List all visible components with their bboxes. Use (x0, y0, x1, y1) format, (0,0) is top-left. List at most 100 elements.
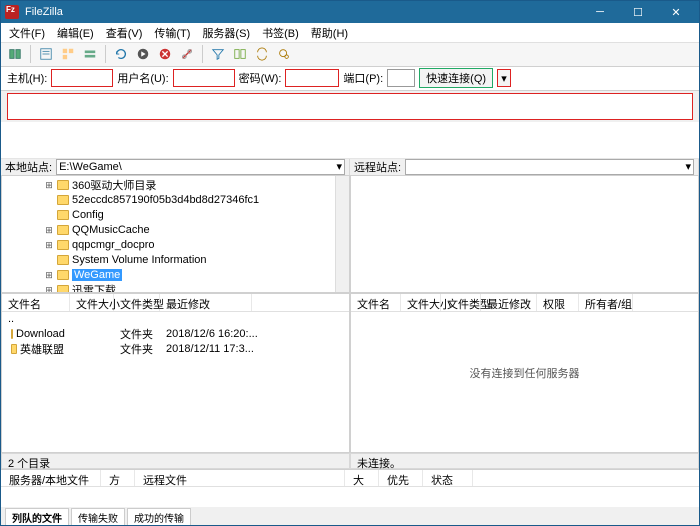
remote-status: 未连接。 (350, 453, 699, 469)
col-permissions[interactable]: 权限 (537, 294, 579, 311)
window-title: FileZilla (25, 6, 581, 18)
menu-server[interactable]: 服务器(S) (198, 23, 254, 43)
remote-columns: 文件名 文件大小 文件类型 最近修改 权限 所有者/组 (351, 294, 698, 312)
menu-view[interactable]: 查看(V) (102, 23, 147, 43)
quickconnect-button[interactable]: 快速连接(Q) (419, 68, 493, 88)
compare-button[interactable] (230, 44, 250, 64)
tab-successful[interactable]: 成功的传输 (127, 508, 191, 525)
local-file-list[interactable]: ..Download文件夹2018/12/6 16:20:...英雄联盟文件夹2… (2, 312, 349, 452)
folder-icon (11, 344, 17, 354)
log-spacer (1, 122, 699, 158)
tree-node[interactable]: ⊞360驱动大师目录 (4, 178, 347, 193)
tree-node[interactable]: ⊞qqpcmgr_docpro (4, 238, 347, 253)
local-file-pane[interactable]: 文件名 文件大小 文件类型 最近修改 ..Download文件夹2018/12/… (1, 293, 350, 453)
tree-node[interactable]: ·System Volume Information (4, 253, 347, 268)
remote-path-combo[interactable]: ▾ (405, 159, 694, 175)
not-connected-message: 没有连接到任何服务器 (470, 365, 580, 381)
col-filename[interactable]: 文件名 (2, 294, 70, 311)
folder-icon (57, 180, 69, 190)
local-tree-pane[interactable]: ⊞360驱动大师目录·52eccdc857190f05b3d4bd8d27346… (1, 175, 350, 293)
message-log[interactable] (7, 93, 693, 120)
qcol-direction[interactable]: 方向 (101, 470, 135, 486)
menu-transfer[interactable]: 传输(T) (150, 23, 194, 43)
titlebar[interactable]: FileZilla ─ ☐ ✕ (1, 1, 699, 23)
port-input[interactable] (387, 69, 415, 87)
minimize-button[interactable]: ─ (581, 1, 619, 23)
username-input[interactable] (173, 69, 235, 87)
menu-file[interactable]: 文件(F) (5, 23, 49, 43)
tree-node[interactable]: ·52eccdc857190f05b3d4bd8d27346fc1 (4, 193, 347, 208)
user-label: 用户名(U): (117, 70, 168, 86)
refresh-button[interactable] (111, 44, 131, 64)
maximize-button[interactable]: ☐ (619, 1, 657, 23)
chevron-down-icon: ▾ (336, 160, 342, 173)
pass-label: 密码(W): (239, 70, 282, 86)
folder-icon (57, 285, 69, 293)
menu-help[interactable]: 帮助(H) (307, 23, 352, 43)
search-button[interactable] (274, 44, 294, 64)
qcol-server[interactable]: 服务器/本地文件 (1, 470, 101, 486)
tab-failed[interactable]: 传输失败 (71, 508, 125, 525)
password-input[interactable] (285, 69, 339, 87)
filter-button[interactable] (208, 44, 228, 64)
file-row[interactable]: 英雄联盟文件夹2018/12/11 17:3... (2, 342, 349, 357)
quickconnect-history-button[interactable]: ▾ (497, 69, 511, 87)
toggle-queue-button[interactable] (80, 44, 100, 64)
disconnect-button[interactable] (177, 44, 197, 64)
host-input[interactable] (51, 69, 113, 87)
folder-icon (11, 329, 13, 339)
remote-tree-pane[interactable] (350, 175, 699, 293)
local-path-combo[interactable]: E:\WeGame\▾ (56, 159, 345, 175)
col-modified[interactable]: 最近修改 (160, 294, 252, 311)
close-button[interactable]: ✕ (657, 1, 695, 23)
scrollbar[interactable] (335, 176, 349, 292)
folder-icon (57, 270, 69, 280)
file-row[interactable]: .. (2, 312, 349, 327)
tab-queued[interactable]: 列队的文件 (5, 508, 69, 525)
process-queue-button[interactable] (133, 44, 153, 64)
folder-icon (57, 195, 69, 205)
chevron-down-icon: ▾ (685, 160, 691, 173)
tree-row: ⊞360驱动大师目录·52eccdc857190f05b3d4bd8d27346… (1, 175, 699, 293)
file-row[interactable]: Download文件夹2018/12/6 16:20:... (2, 327, 349, 342)
remote-file-list[interactable]: 没有连接到任何服务器 (351, 312, 698, 452)
toolbar-separator (202, 45, 203, 63)
col-filesize[interactable]: 文件大小 (401, 294, 441, 311)
local-status: 2 个目录 (1, 453, 350, 469)
queue-columns: 服务器/本地文件 方向 远程文件 大小 优先级 状态 (1, 469, 699, 487)
col-filename[interactable]: 文件名 (351, 294, 401, 311)
remote-site-bar: 远程站点: ▾ (350, 159, 699, 175)
tree-node[interactable]: ⊞WeGame (4, 268, 347, 283)
qcol-remote[interactable]: 远程文件 (135, 470, 345, 486)
app-window: FileZilla ─ ☐ ✕ 文件(F) 编辑(E) 查看(V) 传输(T) … (0, 0, 700, 526)
menubar: 文件(F) 编辑(E) 查看(V) 传输(T) 服务器(S) 书签(B) 帮助(… (1, 23, 699, 43)
cancel-button[interactable] (155, 44, 175, 64)
qcol-size[interactable]: 大小 (345, 470, 379, 486)
col-filetype[interactable]: 文件类型 (114, 294, 160, 311)
local-columns: 文件名 文件大小 文件类型 最近修改 (2, 294, 349, 312)
quickconnect-bar: 主机(H): 用户名(U): 密码(W): 端口(P): 快速连接(Q) ▾ (1, 67, 699, 91)
toggle-tree-button[interactable] (58, 44, 78, 64)
qcol-priority[interactable]: 优先级 (379, 470, 423, 486)
qcol-status[interactable]: 状态 (423, 470, 473, 486)
toggle-log-button[interactable] (36, 44, 56, 64)
col-owner[interactable]: 所有者/组 (579, 294, 633, 311)
menu-bookmarks[interactable]: 书签(B) (258, 23, 303, 43)
sync-browse-button[interactable] (252, 44, 272, 64)
site-manager-button[interactable] (5, 44, 25, 64)
remote-site-label: 远程站点: (354, 159, 401, 175)
queue-list[interactable] (1, 487, 699, 507)
col-modified[interactable]: 最近修改 (481, 294, 537, 311)
tree-node[interactable]: ⊞QQMusicCache (4, 223, 347, 238)
col-filesize[interactable]: 文件大小 (70, 294, 114, 311)
col-filetype[interactable]: 文件类型 (441, 294, 481, 311)
menu-edit[interactable]: 编辑(E) (53, 23, 98, 43)
app-logo-icon (5, 5, 19, 19)
tree-node[interactable]: ⊞迅雷下载 (4, 283, 347, 293)
tree-node[interactable]: ·Config (4, 208, 347, 223)
queue-tabs: 列队的文件 传输失败 成功的传输 (1, 507, 699, 525)
remote-file-pane[interactable]: 文件名 文件大小 文件类型 最近修改 权限 所有者/组 没有连接到任何服务器 (350, 293, 699, 453)
toolbar (1, 43, 699, 67)
toolbar-separator (30, 45, 31, 63)
folder-icon (57, 210, 69, 220)
